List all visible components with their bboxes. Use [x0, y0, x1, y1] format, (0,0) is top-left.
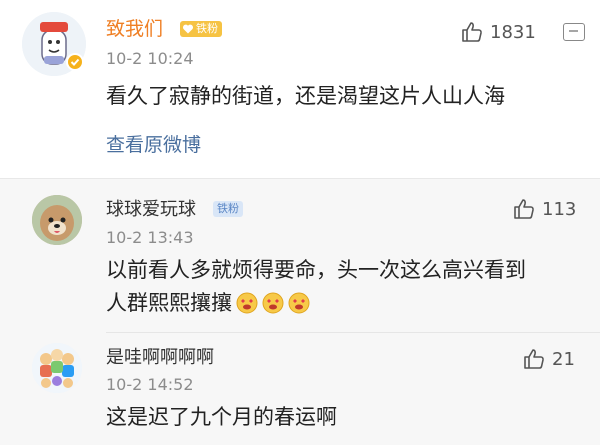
verified-badge-icon: [66, 53, 84, 71]
reply-time: 10-2 13:43: [106, 228, 194, 247]
heart-eyes-emoji-icon: [262, 292, 284, 314]
thumbs-up-icon: [524, 349, 544, 369]
reply-list: 球球爱玩球 铁粉 10-2 13:43 113 以前看人多就烦得要命，头一次这么…: [0, 178, 600, 445]
like-button[interactable]: 1831: [460, 20, 536, 44]
like-button[interactable]: 113: [512, 197, 576, 221]
reply-time: 10-2 14:52: [106, 375, 194, 394]
more-menu-icon[interactable]: [563, 23, 585, 41]
reply-text-segment: 人群熙熙攘攘: [106, 291, 232, 315]
heart-eyes-emoji-icon: [236, 292, 258, 314]
user-avatar[interactable]: [32, 343, 82, 393]
reply-text-line: 以前看人多就烦得要命，头一次这么高兴看到: [106, 258, 526, 282]
thumbs-up-icon: [462, 22, 482, 42]
like-count: 113: [542, 198, 577, 220]
like-button[interactable]: 21: [522, 347, 575, 371]
heart-eyes-emoji-icon: [288, 292, 310, 314]
view-original-link[interactable]: 查看原微博: [106, 134, 201, 156]
reply-text: 以前看人多就烦得要命，头一次这么高兴看到 人群熙熙攘攘: [106, 254, 586, 320]
reply-text: 这是迟了九个月的春运啊: [106, 405, 337, 429]
reply-username[interactable]: 是哇啊啊啊啊: [106, 347, 214, 369]
reply-divider: [106, 332, 600, 333]
heart-icon: [182, 24, 194, 34]
fan-badge: 铁粉: [180, 21, 222, 37]
cartoon-group-avatar-icon: [32, 343, 82, 393]
like-count: 21: [552, 348, 575, 370]
fan-badge: 铁粉: [213, 201, 243, 217]
user-avatar[interactable]: [32, 195, 82, 245]
reply-text-line: 人群熙熙攘攘: [106, 287, 586, 320]
dog-avatar-icon: [32, 195, 82, 245]
fan-badge-label: 铁粉: [196, 22, 218, 35]
comment-time: 10-2 10:24: [106, 49, 194, 68]
thumbs-up-icon: [514, 199, 534, 219]
main-comment: 致我们 铁粉 10-2 10:24 1831 看久了寂静的街道，还是渴望这片人山…: [0, 0, 600, 178]
comment-text: 看久了寂静的街道，还是渴望这片人山人海: [106, 84, 505, 108]
reply-username[interactable]: 球球爱玩球: [106, 199, 196, 221]
like-count: 1831: [490, 21, 536, 43]
comment-username[interactable]: 致我们: [106, 18, 163, 40]
